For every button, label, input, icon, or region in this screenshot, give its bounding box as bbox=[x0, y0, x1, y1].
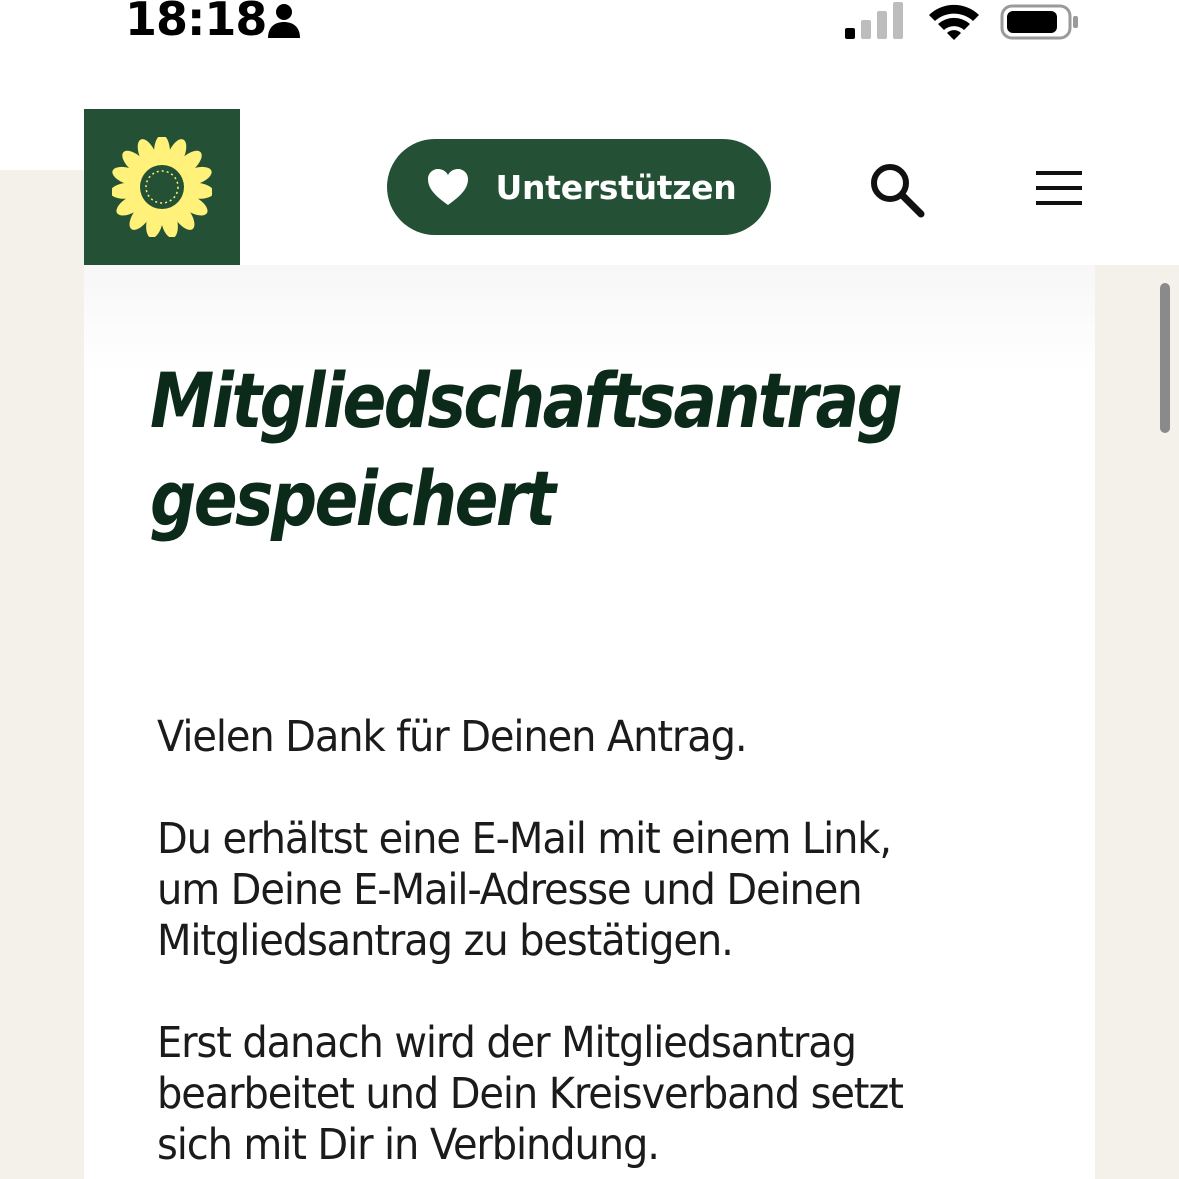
person-icon bbox=[268, 4, 300, 38]
support-button[interactable]: Unterstützen bbox=[387, 139, 771, 235]
page-background-left bbox=[0, 170, 84, 1179]
paragraph-processing-info: Erst danach wird der Mitgliedsantrag bea… bbox=[157, 1018, 904, 1170]
page-title: Mitgliedschaftsantrag gespeichert bbox=[150, 356, 903, 543]
paragraph-email-confirmation: Du erhältst eine E-Mail mit einem Link, … bbox=[157, 814, 892, 966]
sunflower-icon bbox=[112, 137, 212, 237]
search-icon[interactable] bbox=[866, 160, 928, 218]
support-button-label: Unterstützen bbox=[495, 167, 737, 207]
status-bar: 18:18 bbox=[0, 0, 1179, 60]
paragraph-thanks: Vielen Dank für Deinen Antrag. bbox=[157, 712, 748, 762]
wifi-icon bbox=[929, 4, 979, 40]
status-time: 18:18 bbox=[125, 0, 267, 46]
sunflower-logo[interactable] bbox=[84, 109, 240, 265]
cellular-signal-icon bbox=[845, 2, 903, 39]
heart-icon bbox=[427, 169, 468, 205]
scrollbar[interactable] bbox=[1160, 283, 1170, 433]
hamburger-menu-icon[interactable] bbox=[1034, 168, 1084, 208]
battery-icon bbox=[1000, 4, 1078, 40]
